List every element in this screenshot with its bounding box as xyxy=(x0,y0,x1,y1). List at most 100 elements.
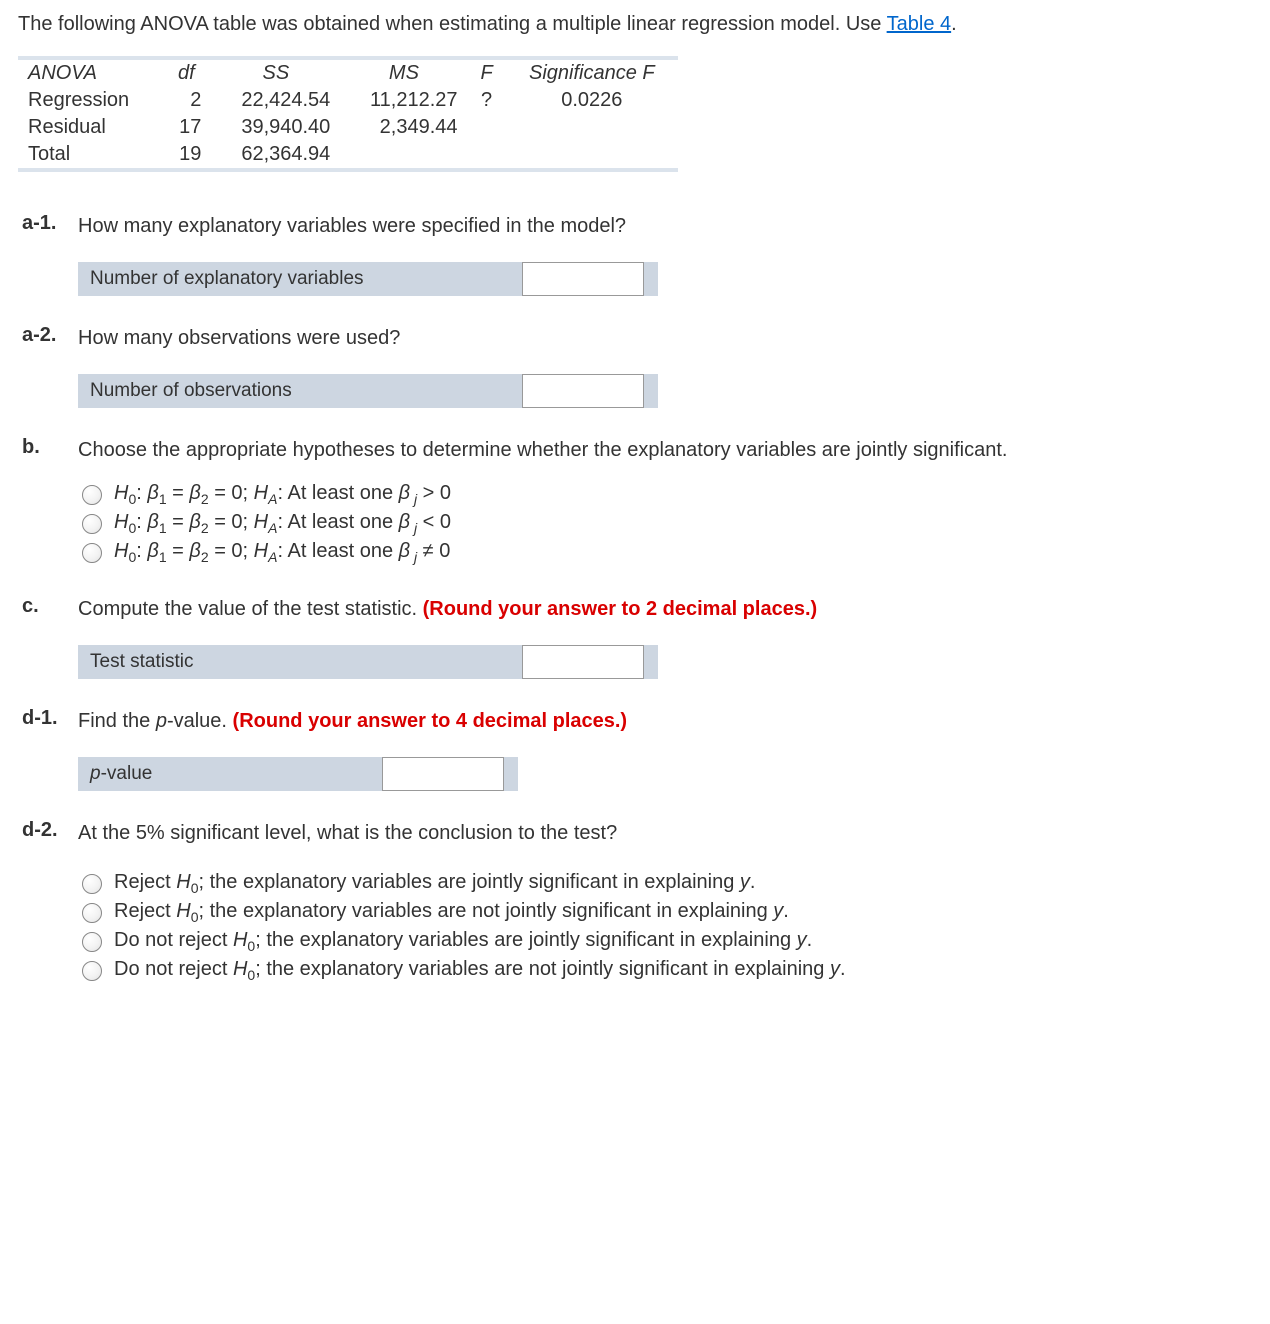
t: . xyxy=(783,900,789,922)
anova-cell: 19 xyxy=(161,141,211,168)
anova-cell: 2,349.44 xyxy=(340,114,467,141)
choice-d2-2[interactable]: Reject H0; the explanatory variables are… xyxy=(82,898,1252,927)
question-d2-text: At the 5% significant level, what is the… xyxy=(78,819,1252,847)
t: Do not reject xyxy=(114,958,233,980)
t: y xyxy=(740,871,750,893)
question-b-text: Choose the appropriate hypotheses to det… xyxy=(78,436,1252,464)
answer-c-row: Test statistic xyxy=(78,645,1252,679)
choice-b-3[interactable]: H0: β1 = β2 = 0; HA: At least one β j ≠ … xyxy=(82,538,1252,567)
question-c-marker: c. xyxy=(22,595,72,618)
anova-header-anova: ANOVA xyxy=(18,60,161,87)
anova-cell xyxy=(468,114,506,141)
answer-gap xyxy=(462,374,522,408)
anova-header-row: ANOVA df SS MS F Significance F xyxy=(18,60,678,87)
answer-gap xyxy=(502,645,522,679)
anova-cell: 2 xyxy=(161,87,211,114)
answer-d1-label: p-value xyxy=(78,757,362,791)
choice-d2-3[interactable]: Do not reject H0; the explanatory variab… xyxy=(82,927,1252,956)
anova-row-residual: Residual 17 39,940.40 2,349.44 xyxy=(18,114,678,141)
anova-table: ANOVA df SS MS F Significance F Regressi… xyxy=(18,60,678,168)
question-d1-text: Find the p-value. (Round your answer to … xyxy=(78,707,1252,735)
d1-before: Find the xyxy=(78,710,156,732)
answer-d1-row: p-value xyxy=(78,757,1252,791)
anova-cell: 39,940.40 xyxy=(211,114,340,141)
question-d2-marker: d-2. xyxy=(22,819,72,842)
anova-table-container: ANOVA df SS MS F Significance F Regressi… xyxy=(18,56,678,172)
answer-tail xyxy=(644,645,658,679)
anova-header-df: df xyxy=(161,60,211,87)
radio-icon xyxy=(82,874,102,894)
anova-cell: 0.0226 xyxy=(506,87,678,114)
choice-d2-1-label: Reject H0; the explanatory variables are… xyxy=(114,871,755,896)
t: . xyxy=(750,871,756,893)
t: ; the explanatory variables are jointly … xyxy=(199,871,740,893)
answer-a2-input[interactable] xyxy=(522,374,644,408)
question-a1-text: How many explanatory variables were spec… xyxy=(78,212,1252,240)
choice-d2-2-label: Reject H0; the explanatory variables are… xyxy=(114,900,789,925)
d1-red: (Round your answer to 4 decimal places.) xyxy=(233,710,628,732)
question-d1-marker: d-1. xyxy=(22,707,72,730)
anova-header-f: F xyxy=(468,60,506,87)
intro-before: The following ANOVA table was obtained w… xyxy=(18,13,887,35)
answer-a2-label: Number of observations xyxy=(78,374,462,408)
answer-c-label: Test statistic xyxy=(78,645,502,679)
question-a1-marker: a-1. xyxy=(22,212,72,235)
t: y xyxy=(797,929,807,951)
t: Reject xyxy=(114,871,176,893)
question-b-choices: H0: β1 = β2 = 0; HA: At least one β j > … xyxy=(82,480,1252,567)
anova-bottom-bar xyxy=(18,168,678,172)
question-c-text-plain: Compute the value of the test statistic. xyxy=(78,598,423,620)
radio-icon xyxy=(82,961,102,981)
anova-header-ms: MS xyxy=(340,60,467,87)
t: . xyxy=(840,958,846,980)
answer-gap xyxy=(462,262,522,296)
t: . xyxy=(807,929,813,951)
t: y xyxy=(773,900,783,922)
anova-header-ss: SS xyxy=(211,60,340,87)
choice-b-1[interactable]: H0: β1 = β2 = 0; HA: At least one β j > … xyxy=(82,480,1252,509)
t: y xyxy=(830,958,840,980)
question-b-marker: b. xyxy=(22,436,72,459)
choice-d2-4[interactable]: Do not reject H0; the explanatory variab… xyxy=(82,956,1252,985)
anova-cell xyxy=(468,141,506,168)
choice-op: ≠ xyxy=(423,540,434,562)
choice-b-2[interactable]: H0: β1 = β2 = 0; HA: At least one β j < … xyxy=(82,509,1252,538)
answer-a1-input[interactable] xyxy=(522,262,644,296)
answer-tail xyxy=(644,374,658,408)
answer-a1-label: Number of explanatory variables xyxy=(78,262,462,296)
t: Do not reject xyxy=(114,929,233,951)
t: Reject xyxy=(114,900,176,922)
intro-text: The following ANOVA table was obtained w… xyxy=(18,10,1252,38)
t: ; the explanatory variables are not join… xyxy=(255,958,830,980)
radio-icon xyxy=(82,932,102,952)
choice-op: < xyxy=(423,511,435,533)
anova-cell: Residual xyxy=(18,114,161,141)
choice-b-3-label: H0: β1 = β2 = 0; HA: At least one β j ≠ … xyxy=(114,540,450,565)
answer-a1-row: Number of explanatory variables xyxy=(78,262,1252,296)
table-4-link[interactable]: Table 4 xyxy=(887,13,952,35)
question-c: c. Compute the value of the test statist… xyxy=(78,595,1252,679)
question-b: b. Choose the appropriate hypotheses to … xyxy=(78,436,1252,567)
choice-d2-1[interactable]: Reject H0; the explanatory variables are… xyxy=(82,869,1252,898)
anova-row-regression: Regression 2 22,424.54 11,212.27 ? 0.022… xyxy=(18,87,678,114)
anova-cell xyxy=(340,141,467,168)
choice-b-1-label: H0: β1 = β2 = 0; HA: At least one β j > … xyxy=(114,482,451,507)
answer-d1-input[interactable] xyxy=(382,757,504,791)
question-a2: a-2. How many observations were used? Nu… xyxy=(78,324,1252,408)
answer-tail xyxy=(644,262,658,296)
answer-tail xyxy=(504,757,518,791)
answer-gap xyxy=(362,757,382,791)
radio-icon xyxy=(82,485,102,505)
radio-icon xyxy=(82,514,102,534)
radio-icon xyxy=(82,903,102,923)
answer-a2-row: Number of observations xyxy=(78,374,1252,408)
anova-cell xyxy=(506,114,678,141)
answer-c-input[interactable] xyxy=(522,645,644,679)
anova-row-total: Total 19 62,364.94 xyxy=(18,141,678,168)
anova-header-sigf: Significance F xyxy=(506,60,678,87)
anova-cell: Total xyxy=(18,141,161,168)
anova-cell: 11,212.27 xyxy=(340,87,467,114)
t: ; the explanatory variables are not join… xyxy=(199,900,774,922)
question-d1: d-1. Find the p-value. (Round your answe… xyxy=(78,707,1252,791)
d1-after: -value. xyxy=(167,710,233,732)
